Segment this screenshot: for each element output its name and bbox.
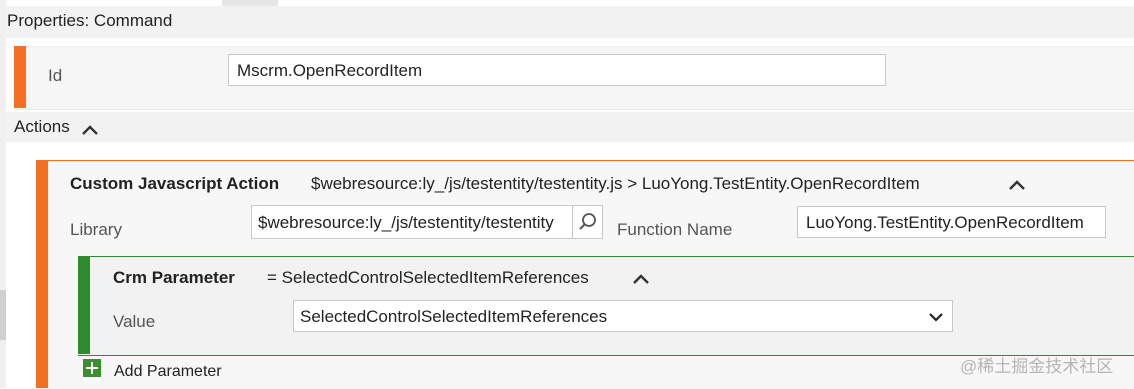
properties-title-bar: [6, 6, 1134, 38]
crm-parameter-title: Crm Parameter: [113, 268, 235, 287]
crm-parameter-chevron-up-icon[interactable]: [632, 273, 650, 285]
crm-parameter-accent: [78, 256, 90, 354]
id-row-accent: [14, 46, 26, 108]
add-parameter-link[interactable]: Add Parameter: [114, 363, 222, 381]
add-parameter-plus-icon[interactable]: [83, 359, 101, 377]
search-icon: [579, 213, 596, 230]
left-scroll-mark: [0, 290, 6, 340]
value-select-text: SelectedControlSelectedItemReferences: [300, 307, 608, 326]
watermark: @稀土掘金技术社区: [960, 357, 1114, 376]
custom-js-action-summary: $webresource:ly_/js/testentity/testentit…: [311, 174, 920, 193]
library-input[interactable]: $webresource:ly_/js/testentity/testentit…: [251, 205, 573, 239]
properties-title: Properties: Command: [7, 11, 173, 30]
library-search-button[interactable]: [573, 205, 603, 239]
crm-parameter-summary: = SelectedControlSelectedItemReferences: [267, 268, 589, 287]
value-select[interactable]: SelectedControlSelectedItemReferences: [293, 300, 953, 332]
library-label: Library: [70, 220, 122, 239]
custom-js-action-chevron-up-icon[interactable]: [1008, 179, 1026, 191]
actions-collapse-chevron-up-icon[interactable]: [81, 124, 99, 136]
custom-js-action-title: Custom Javascript Action: [70, 174, 280, 193]
function-name-input[interactable]: LuoYong.TestEntity.OpenRecordItem: [797, 206, 1106, 238]
actions-label: Actions: [14, 117, 70, 136]
custom-js-action-accent: [36, 160, 48, 388]
chevron-down-icon: [929, 313, 943, 322]
value-label: Value: [113, 312, 156, 331]
function-name-label: Function Name: [617, 220, 733, 239]
actions-header[interactable]: [6, 112, 1134, 142]
id-label: Id: [48, 66, 63, 85]
id-input[interactable]: Mscrm.OpenRecordItem: [228, 54, 886, 86]
